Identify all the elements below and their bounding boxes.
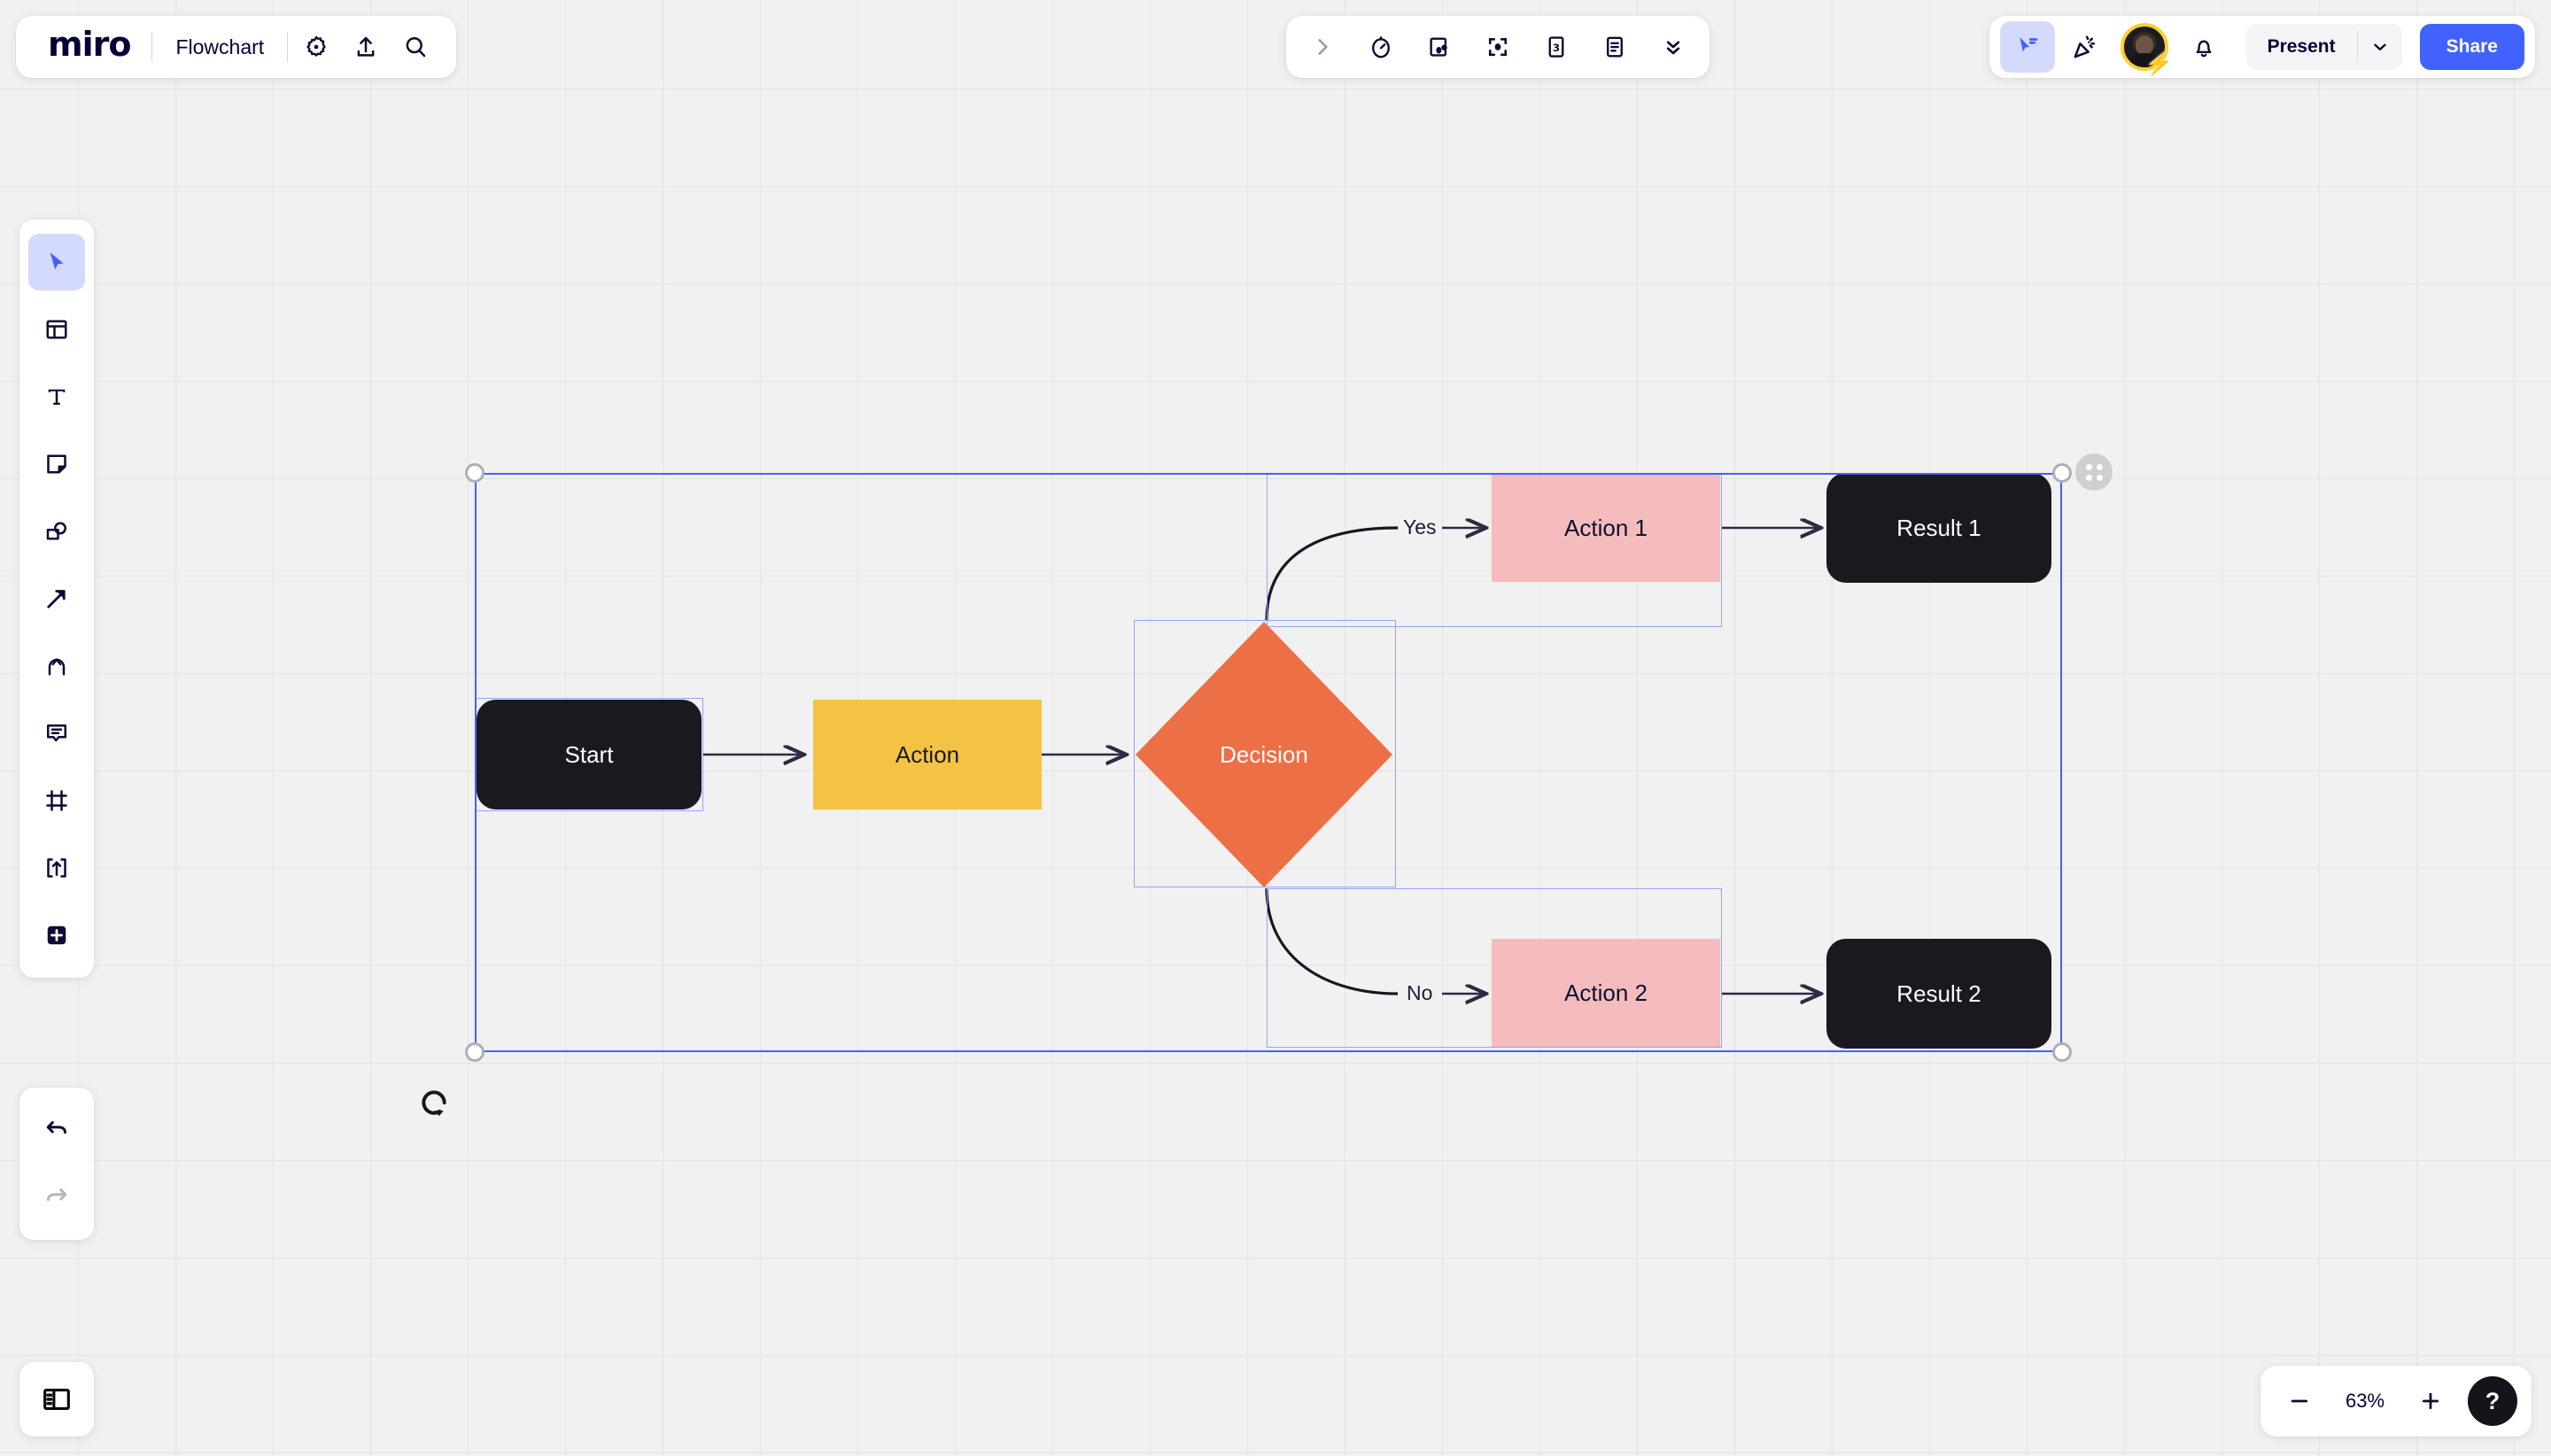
miro-logo[interactable]: miro	[32, 27, 148, 66]
edge-label-no: No	[1407, 981, 1433, 1004]
drag-dot	[2096, 463, 2103, 470]
present-group: Present	[2245, 24, 2402, 70]
cursor-arrow-icon[interactable]	[28, 234, 85, 290]
board-title[interactable]: Flowchart	[156, 35, 283, 59]
selection-handle-bottom-right[interactable]	[2052, 1042, 2072, 1062]
selection-handle-top-right[interactable]	[2052, 463, 2072, 483]
zoom-out-button[interactable]	[2275, 1376, 2324, 1426]
drag-dot	[2085, 463, 2092, 470]
header-divider-2	[287, 32, 289, 62]
settings-gear-icon[interactable]	[291, 22, 341, 72]
undo-arrow-icon[interactable]	[28, 1102, 85, 1158]
header-divider-1	[151, 32, 153, 62]
collaboration-cursor-icon[interactable]	[1999, 21, 2055, 73]
comment-bubble-icon[interactable]	[28, 705, 85, 762]
user-avatar[interactable]: ⚡	[2120, 23, 2174, 74]
flow-node-start-label: Start	[564, 740, 614, 768]
present-chevron-down-icon[interactable]	[2358, 24, 2402, 70]
media-icon[interactable]	[1412, 22, 1467, 72]
party-popper-icon[interactable]	[2060, 22, 2110, 72]
flow-node-decision-label: Decision	[1220, 740, 1308, 768]
drag-dot	[2085, 474, 2092, 481]
templates-icon[interactable]	[28, 301, 85, 358]
help-button[interactable]: ?	[2468, 1376, 2517, 1426]
notes-icon[interactable]	[1587, 22, 1642, 72]
arrow-connector-icon[interactable]	[28, 570, 85, 627]
flow-node-action1[interactable]: Action 1	[1492, 474, 1720, 582]
present-button[interactable]: Present	[2246, 24, 2357, 70]
selection-drag-handle[interactable]	[2075, 453, 2113, 491]
rotate-cursor-icon	[422, 1090, 446, 1116]
chevron-double-down-icon[interactable]	[1646, 22, 1701, 72]
estimation-card-icon[interactable]: 3	[1529, 22, 1584, 72]
zoom-controls: 63% ?	[2260, 1366, 2532, 1437]
flow-node-start[interactable]: Start	[477, 700, 702, 809]
upgrade-bolt-icon: ⚡	[2144, 50, 2174, 76]
flow-node-result1[interactable]: Result 1	[1826, 473, 2051, 583]
flow-node-action1-label: Action 1	[1564, 514, 1648, 541]
bell-icon[interactable]	[2179, 22, 2229, 72]
flow-node-result2-label: Result 2	[1896, 980, 1981, 1007]
upload-icon[interactable]	[341, 22, 391, 72]
search-icon[interactable]	[391, 22, 440, 72]
board-canvas[interactable]: Start Action Decision Action 1 Action 2 …	[0, 0, 2551, 1456]
flow-node-result1-label: Result 1	[1896, 514, 1981, 541]
flow-node-action-label: Action	[895, 740, 960, 768]
flow-node-action2-label: Action 2	[1564, 979, 1648, 1006]
frame-icon[interactable]	[28, 772, 85, 829]
drag-dot	[2096, 474, 2103, 481]
miro-board-app: Start Action Decision Action 1 Action 2 …	[0, 0, 2551, 1456]
zoom-in-button[interactable]	[2406, 1376, 2455, 1426]
selection-handle-top-left[interactable]	[465, 463, 485, 483]
text-t-icon[interactable]	[28, 368, 85, 425]
focus-frame-icon[interactable]	[1470, 22, 1525, 72]
edge-label-yes: Yes	[1403, 515, 1437, 538]
upload-box-icon[interactable]	[28, 840, 85, 896]
flow-node-action[interactable]: Action	[813, 700, 1042, 809]
selection-handle-bottom-left[interactable]	[465, 1042, 485, 1062]
header-left-panel: miro Flowchart	[16, 16, 457, 78]
chevron-right-icon[interactable]	[1295, 22, 1350, 72]
zoom-level-value[interactable]: 63%	[2328, 1390, 2402, 1413]
history-toolbar	[19, 1088, 94, 1240]
pen-curve-icon[interactable]	[28, 638, 85, 694]
svg-text:3: 3	[1553, 42, 1560, 54]
share-button[interactable]: Share	[2419, 24, 2524, 70]
timer-icon[interactable]	[1353, 22, 1408, 72]
shapes-icon[interactable]	[28, 503, 85, 560]
header-center-panel: 3	[1286, 16, 1710, 78]
flow-node-decision[interactable]: Decision	[1136, 622, 1392, 887]
flow-node-result2[interactable]: Result 2	[1826, 939, 2051, 1049]
sticky-note-icon[interactable]	[28, 436, 85, 492]
sidebar-panel-icon[interactable]	[19, 1362, 94, 1437]
header-right-panel: ⚡ Present Share	[1989, 16, 2535, 78]
flow-node-action2[interactable]: Action 2	[1492, 939, 1720, 1047]
left-toolbar	[19, 220, 94, 978]
plus-square-icon[interactable]	[28, 907, 85, 964]
redo-arrow-icon[interactable]	[28, 1169, 85, 1226]
